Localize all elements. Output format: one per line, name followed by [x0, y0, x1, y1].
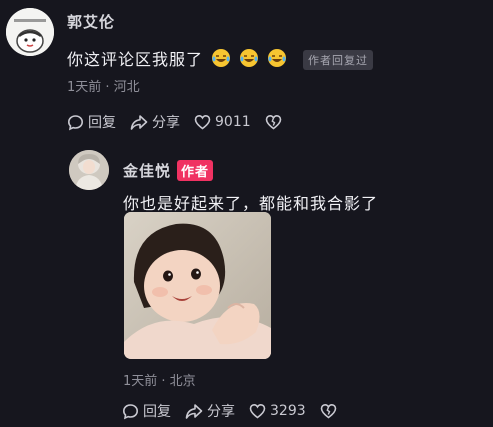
speech-bubble-icon [122, 403, 139, 419]
avatar[interactable] [6, 8, 54, 56]
laughing-tears-icon [240, 49, 259, 67]
reply-like-button[interactable]: 3293 [249, 403, 306, 419]
share-arrow-icon [185, 403, 203, 419]
dislike-button[interactable] [265, 114, 286, 130]
comment-username[interactable]: 郭艾伦 [67, 11, 115, 32]
reply-reply-button[interactable]: 回复 [122, 401, 171, 421]
like-button[interactable]: 9011 [194, 114, 251, 130]
reply-username-row: 金佳悦 作者 [123, 160, 214, 181]
reply-button[interactable]: 回复 [67, 112, 116, 132]
share-label: 分享 [152, 115, 180, 131]
reply-dislike-button[interactable] [320, 403, 341, 419]
comment-text-body: 你这评论区我服了 [67, 50, 204, 69]
baby-photo-image [124, 212, 271, 359]
reply-username[interactable]: 金佳悦 [123, 160, 171, 181]
portrait-avatar-icon [69, 150, 109, 190]
comment-text: 你这评论区我服了 [67, 46, 287, 70]
reply-share-button[interactable]: 分享 [185, 401, 235, 421]
share-label: 分享 [207, 404, 235, 420]
reply-actions: 回复 分享 3293 [122, 401, 341, 421]
reply-label: 回复 [88, 115, 116, 131]
heart-icon [194, 114, 211, 130]
share-button[interactable]: 分享 [130, 112, 180, 132]
laughing-tears-icon [268, 49, 287, 67]
reply-photo[interactable] [124, 212, 271, 359]
speech-bubble-icon [67, 114, 84, 130]
reply-text: 你也是好起来了，都能和我合影了 [123, 194, 379, 213]
heart-icon [249, 403, 266, 419]
laughing-tears-icon [212, 49, 231, 67]
reply-meta: 1天前 · 北京 [123, 374, 196, 389]
reply-avatar[interactable] [69, 150, 109, 190]
like-count: 3293 [270, 403, 306, 419]
like-count: 9011 [215, 114, 251, 130]
comment-meta: 1天前 · 河北 [67, 80, 140, 95]
reply-label: 回复 [143, 404, 171, 420]
comment-actions: 回复 分享 9011 [67, 112, 286, 132]
author-badge: 作者 [177, 160, 214, 181]
broken-heart-icon [265, 114, 281, 130]
comment-thread: 郭艾伦 你这评论区我服了 作者回复过 1天前 · 河北 回复 分享 9011 金… [0, 0, 493, 427]
cartoon-avatar-icon [6, 8, 54, 56]
share-arrow-icon [130, 114, 148, 130]
author-replied-badge: 作者回复过 [303, 50, 373, 70]
broken-heart-icon [320, 403, 336, 419]
